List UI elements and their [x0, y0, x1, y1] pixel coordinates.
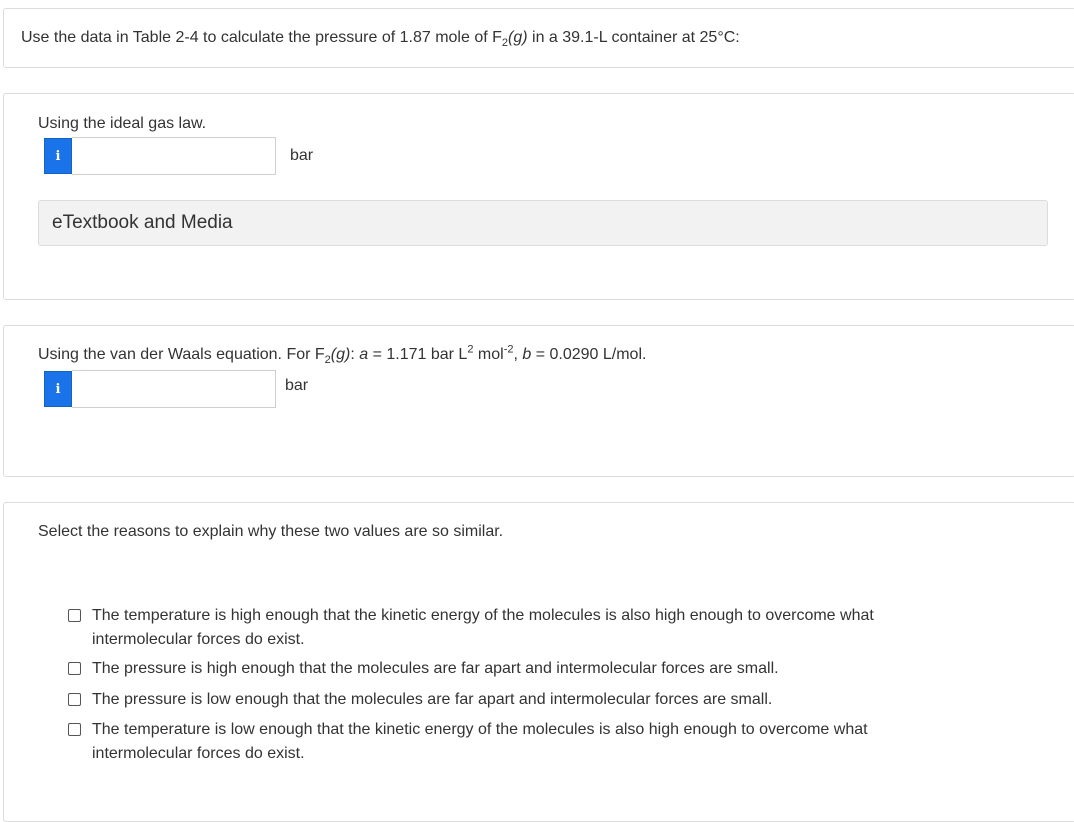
reason-option[interactable]: The temperature is high enough that the … — [68, 604, 988, 652]
vdw-unit-label: bar — [285, 377, 309, 394]
vdw-colon: : — [350, 346, 360, 363]
reason-text: The temperature is high enough that the … — [92, 604, 874, 652]
ideal-gas-panel: Using the ideal gas law. i bar eTextbook… — [3, 93, 1074, 300]
reasons-prompt: Select the reasons to explain why these … — [38, 523, 504, 540]
reason-option[interactable]: The temperature is low enough that the k… — [68, 718, 988, 766]
vdw-pressure-input[interactable] — [72, 370, 276, 408]
reasons-panel: Select the reasons to explain why these … — [3, 502, 1074, 822]
info-icon[interactable]: i — [44, 371, 72, 407]
vdw-label: Using the van der Waals equation. For F2… — [38, 343, 647, 366]
ideal-unit-label: bar — [290, 147, 314, 164]
reason-text: The temperature is low enough that the k… — [92, 718, 868, 766]
info-glyph: i — [55, 381, 61, 397]
vdw-a-sup2: -2 — [503, 343, 514, 356]
ideal-gas-label: Using the ideal gas law. — [38, 115, 207, 132]
question-text-pre: Use the data in Table 2-4 to calculate t… — [21, 29, 502, 46]
reason-line: The temperature is high enough that the … — [92, 607, 874, 624]
reason-line: intermolecular forces do exist. — [92, 631, 305, 648]
vdw-a-var: a — [359, 346, 369, 363]
reason-option[interactable]: The pressure is low enough that the mole… — [68, 688, 988, 712]
reason-line: The temperature is low enough that the k… — [92, 721, 868, 738]
checkbox[interactable] — [68, 693, 81, 706]
vdw-a-eq: = 1.171 bar L — [368, 346, 468, 363]
question-phase: (g) — [508, 29, 528, 46]
vdw-phase: (g) — [330, 346, 351, 363]
vdw-b-eq: = 0.0290 L/mol. — [531, 346, 647, 363]
reason-line: The pressure is high enough that the mol… — [92, 660, 779, 677]
ideal-answer-row: i bar — [44, 137, 313, 175]
van-der-waals-panel: Using the van der Waals equation. For F2… — [3, 325, 1074, 477]
question-text: Use the data in Table 2-4 to calculate t… — [21, 28, 740, 49]
info-glyph: i — [55, 148, 61, 164]
question-panel: Use the data in Table 2-4 to calculate t… — [3, 8, 1074, 68]
question-text-post: in a 39.1-L container at 25°C: — [527, 29, 740, 46]
vdw-label-pre: Using the van der Waals equation. For F — [38, 346, 325, 363]
reason-line: The pressure is low enough that the mole… — [92, 691, 773, 708]
vdw-answer-row: i bar — [44, 370, 308, 408]
vdw-b-var: b — [522, 346, 532, 363]
info-icon[interactable]: i — [44, 138, 72, 174]
checkbox[interactable] — [68, 609, 81, 622]
reason-text: The pressure is high enough that the mol… — [92, 657, 779, 681]
vdw-a-mol: mol — [473, 346, 504, 363]
reason-line: intermolecular forces do exist. — [92, 745, 305, 762]
etextbook-media-button[interactable]: eTextbook and Media — [38, 200, 1048, 246]
checkbox[interactable] — [68, 723, 81, 736]
reason-text: The pressure is low enough that the mole… — [92, 688, 772, 712]
checkbox[interactable] — [68, 662, 81, 675]
reason-option[interactable]: The pressure is high enough that the mol… — [68, 657, 988, 681]
ideal-pressure-input[interactable] — [72, 137, 276, 175]
